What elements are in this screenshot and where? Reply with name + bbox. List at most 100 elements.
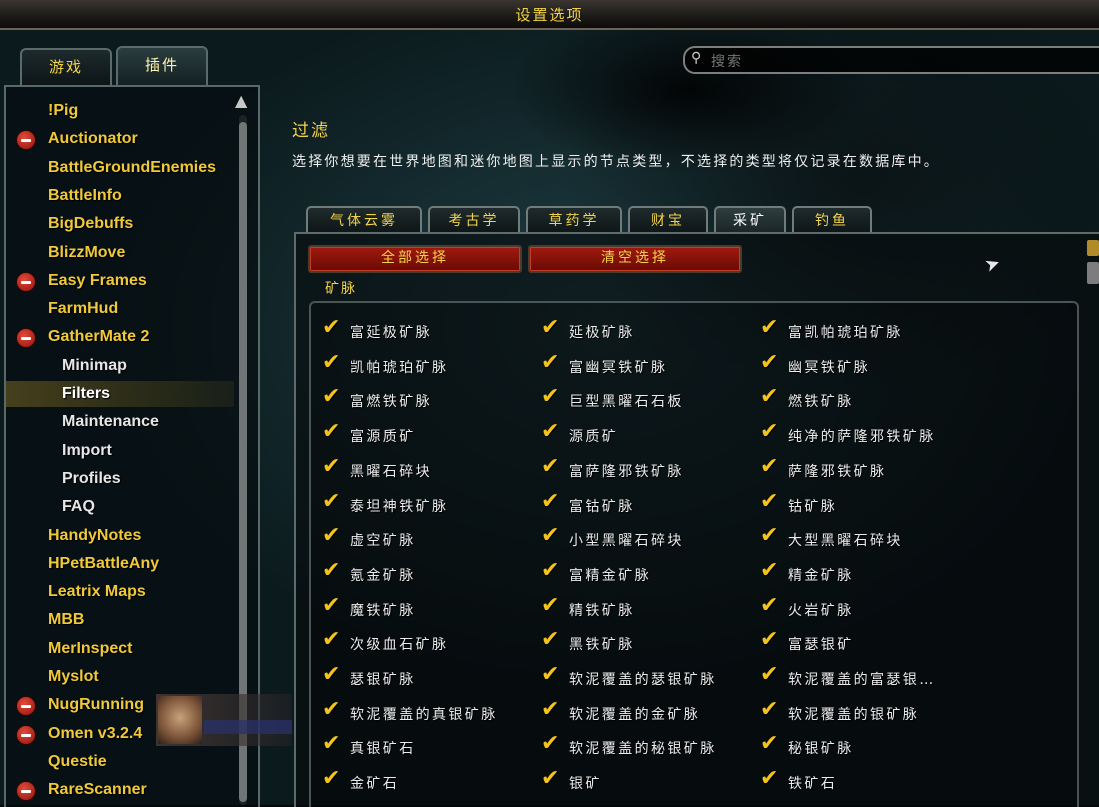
sidebar-item[interactable]: Myslot: [6, 664, 234, 690]
select-all-button[interactable]: 全部选择: [308, 245, 522, 273]
sidebar-item[interactable]: Leatrix Maps: [6, 579, 234, 605]
checkmark-icon[interactable]: ✔: [760, 732, 778, 756]
checkmark-icon[interactable]: ✔: [541, 663, 559, 687]
checkmark-icon[interactable]: ✔: [541, 628, 559, 652]
tab-gas-clouds[interactable]: 气体云雾: [306, 206, 422, 234]
checkmark-icon[interactable]: ✔: [760, 663, 778, 687]
checkmark-icon[interactable]: ✔: [322, 351, 340, 375]
checkmark-icon[interactable]: ✔: [541, 490, 559, 514]
tab-label: 采矿: [733, 213, 767, 229]
tab-archaeology[interactable]: 考古学: [428, 206, 520, 234]
tab-addons-label: 插件: [144, 56, 179, 74]
sidebar-item[interactable]: HandyNotes: [6, 523, 234, 549]
scrollbar-thumb[interactable]: [1087, 262, 1099, 284]
sidebar-item[interactable]: RareScanner: [6, 777, 234, 803]
tab-treasure[interactable]: 财宝: [628, 206, 708, 234]
checkmark-icon[interactable]: ✔: [541, 455, 559, 479]
checkmark-icon[interactable]: ✔: [322, 698, 340, 722]
sidebar-item[interactable]: BattleGroundEnemies: [6, 155, 234, 181]
collapse-icon[interactable]: [16, 328, 36, 348]
checkmark-icon[interactable]: ✔: [541, 351, 559, 375]
checkmark-icon[interactable]: ✔: [322, 732, 340, 756]
collapse-icon[interactable]: [16, 696, 36, 716]
checkmark-icon[interactable]: ✔: [760, 628, 778, 652]
checkmark-icon[interactable]: ✔: [322, 316, 340, 340]
checkmark-icon[interactable]: ✔: [322, 490, 340, 514]
sidebar-item[interactable]: Profiles: [6, 466, 234, 492]
checkmark-icon[interactable]: ✔: [760, 455, 778, 479]
checkmark-icon[interactable]: ✔: [760, 559, 778, 583]
checkmark-icon[interactable]: ✔: [322, 594, 340, 618]
checkmark-icon[interactable]: ✔: [760, 767, 778, 791]
checkmark-icon[interactable]: ✔: [760, 594, 778, 618]
sidebar-item[interactable]: BattleInfo: [6, 183, 234, 209]
checkmark-icon[interactable]: ✔: [322, 455, 340, 479]
checkmark-icon[interactable]: ✔: [541, 594, 559, 618]
checkmark-icon[interactable]: ✔: [760, 316, 778, 340]
checkmark-icon[interactable]: ✔: [322, 767, 340, 791]
tab-fishing[interactable]: 钓鱼: [792, 206, 872, 234]
node-label: 富凯帕琥珀矿脉: [788, 325, 903, 341]
sidebar-item[interactable]: Import: [6, 438, 234, 464]
checkmark-icon[interactable]: ✔: [760, 698, 778, 722]
tab-addons[interactable]: 插件: [116, 46, 208, 86]
sidebar-item-label: FarmHud: [48, 300, 119, 317]
sidebar-item[interactable]: FarmHud: [6, 296, 234, 322]
checkmark-icon[interactable]: ✔: [322, 524, 340, 548]
sidebar-item[interactable]: Filters: [6, 381, 234, 407]
sidebar-item-label: Easy Frames: [48, 272, 147, 289]
node-label: 富幽冥铁矿脉: [569, 360, 668, 376]
collapse-icon[interactable]: [16, 725, 36, 745]
checkmark-icon[interactable]: ✔: [541, 767, 559, 791]
checkmark-icon[interactable]: ✔: [322, 559, 340, 583]
sidebar-item[interactable]: MBB: [6, 607, 234, 633]
sidebar-item-label: Myslot: [48, 668, 99, 685]
node-label: 精铁矿脉: [569, 603, 635, 619]
collapse-icon[interactable]: [16, 272, 36, 292]
checkmark-icon[interactable]: ✔: [541, 698, 559, 722]
checkmark-icon[interactable]: ✔: [760, 490, 778, 514]
sidebar-item[interactable]: BigDebuffs: [6, 211, 234, 237]
sidebar-item[interactable]: !Pig: [6, 98, 234, 124]
sidebar-item[interactable]: Questie: [6, 749, 234, 775]
checkmark-icon[interactable]: ✔: [760, 351, 778, 375]
tab-herbalism[interactable]: 草药学: [526, 206, 622, 234]
sidebar-item[interactable]: Easy Frames: [6, 268, 234, 294]
checkmark-icon[interactable]: ✔: [541, 420, 559, 444]
node-label: 富钴矿脉: [569, 499, 635, 515]
checkmark-icon[interactable]: ✔: [541, 385, 559, 409]
scroll-up-button[interactable]: [1087, 240, 1099, 256]
checkmark-icon[interactable]: ✔: [322, 663, 340, 687]
checkmark-icon[interactable]: ✔: [760, 420, 778, 444]
sidebar-item[interactable]: BlizzMove: [6, 240, 234, 266]
checkmark-icon[interactable]: ✔: [541, 559, 559, 583]
collapse-icon[interactable]: [16, 130, 36, 150]
search-input[interactable]: ⚲ 搜索: [683, 46, 1099, 74]
checkmark-icon[interactable]: ✔: [322, 385, 340, 409]
sidebar-item[interactable]: MerInspect: [6, 636, 234, 662]
checkmark-icon[interactable]: ✔: [541, 732, 559, 756]
checkmark-icon[interactable]: ✔: [541, 316, 559, 340]
checkmark-icon[interactable]: ✔: [760, 385, 778, 409]
scroll-up-icon[interactable]: ▲: [235, 91, 247, 110]
collapse-icon[interactable]: [16, 781, 36, 801]
sidebar-item[interactable]: HPetBattleAny: [6, 551, 234, 577]
sidebar-item[interactable]: Auctionator: [6, 126, 234, 152]
portrait-health-bar: [204, 720, 292, 734]
clear-all-button[interactable]: 清空选择: [528, 245, 742, 273]
sidebar-item[interactable]: Minimap: [6, 353, 234, 379]
node-label: 富瑟银矿: [788, 637, 854, 653]
checkmark-icon[interactable]: ✔: [541, 524, 559, 548]
tab-mining[interactable]: 采矿: [714, 206, 786, 234]
checkmark-icon[interactable]: ✔: [760, 524, 778, 548]
sidebar-item[interactable]: GatherMate 2: [6, 324, 234, 350]
sidebar-item[interactable]: FAQ: [6, 494, 234, 520]
title-bar[interactable]: 设置选项: [0, 0, 1099, 30]
checkmark-icon[interactable]: ✔: [322, 420, 340, 444]
checkmark-icon[interactable]: ✔: [322, 628, 340, 652]
tab-game[interactable]: 游戏: [20, 48, 112, 86]
node-label: 富萨隆邪铁矿脉: [569, 464, 684, 480]
sidebar-item[interactable]: Maintenance: [6, 409, 234, 435]
node-label: 泰坦神铁矿脉: [350, 499, 449, 515]
node-label: 软泥覆盖的银矿脉: [788, 707, 920, 723]
